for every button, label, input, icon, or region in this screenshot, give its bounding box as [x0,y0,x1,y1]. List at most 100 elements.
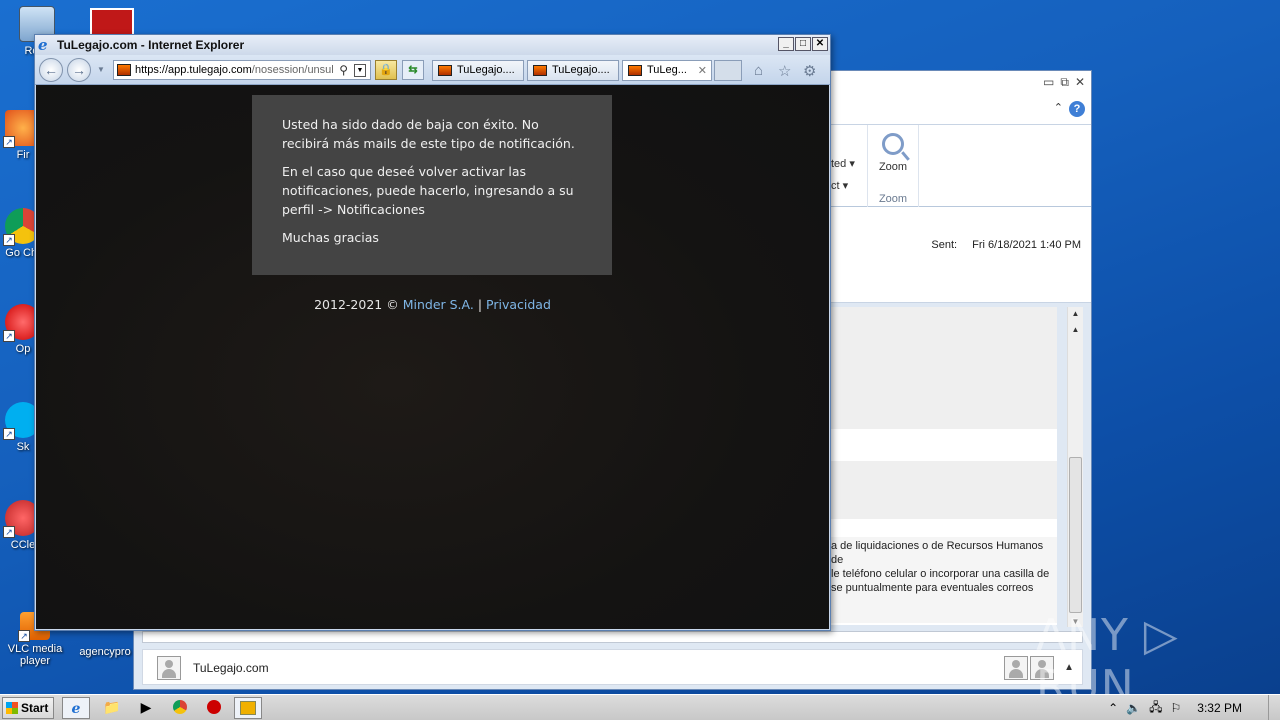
favicon-icon [117,64,131,76]
show-hidden-icons-icon[interactable]: ⌃ [1108,701,1118,715]
page-footer: 2012-2021 © Minder S.A. | Privacidad [36,297,829,312]
show-desktop-button[interactable] [1268,695,1280,720]
back-button[interactable]: ← [39,58,63,82]
pdf-icon[interactable] [90,8,134,36]
copyright-text: 2012-2021 © [314,297,403,312]
home-icon[interactable]: ⌂ [754,62,763,79]
desktop-icon-agencypro[interactable]: agencypro [70,646,140,658]
message-paragraph: En el caso que deseé volver activar las … [282,164,574,217]
sent-label: Sent: [931,239,958,251]
taskbar-media-player-icon[interactable]: ▶ [132,697,160,719]
address-dropdown-icon[interactable]: ▼ [354,64,366,77]
ribbon: ted ▾ ct ▾ Zoom Zoom [801,125,1091,207]
refresh-icon[interactable]: ⇆ [402,60,424,80]
tab-label: TuLeg... [647,64,687,76]
desktop-icon-label: Fir [16,149,30,161]
url-path: /nosession/unsul [251,64,334,76]
footer-separator: | [473,297,487,312]
volume-icon[interactable]: 🔈 [1126,701,1141,715]
windows-logo-icon [6,702,18,714]
new-tab-button[interactable] [714,60,742,81]
sender-name[interactable]: TuLegajo.com [193,661,269,675]
system-tray: ⌃ 🔈 🖧 ⚐ 3:32 PM [1108,695,1280,720]
taskbar: Start e 📁 ▶ ⌃ 🔈 🖧 ⚐ 3:32 PM [0,694,1280,720]
ie-titlebar[interactable]: e TuLegajo.com - Internet Explorer _ □ ✕ [35,35,830,55]
taskbar-outlook-icon[interactable] [234,697,262,719]
avatar [157,656,181,680]
outlook-window[interactable]: ▭ ⧉ ✕ ⌃ ? ted ▾ ct ▾ Zoom Zoom Sent: Fri… [800,70,1092,690]
favicon-icon [628,65,642,76]
zoom-group: Zoom Zoom [867,125,919,207]
outlook-people-pane: TuLegajo.com ▲ [133,627,1092,690]
tab-2[interactable]: TuLegajo.... [527,60,619,81]
message-header: Sent: Fri 6/18/2021 1:40 PM [801,207,1091,303]
content-block [831,307,1057,429]
url-host: https://app.tulegajo.com [135,64,252,76]
sent-info: Sent: Fri 6/18/2021 1:40 PM [931,239,1081,251]
sender-bar[interactable]: TuLegajo.com ▲ [142,649,1083,685]
body-line: a de liquidaciones o de Recursos Humanos… [831,540,1044,566]
avatar[interactable] [1004,656,1028,680]
address-url[interactable]: https://app.tulegajo.com/nosession/unsul [135,64,340,76]
privacy-link[interactable]: Privacidad [486,297,551,312]
minimize-icon[interactable]: ▭ [1043,75,1054,90]
tab-label: TuLegajo.... [552,64,610,76]
content-block [831,461,1057,519]
message-text: a de liquidaciones o de Recursos Humanos… [831,539,1055,595]
history-dropdown-icon[interactable]: ▼ [97,65,105,74]
message-paragraph: Usted ha sido dado de baja con éxito. No… [282,117,575,151]
close-icon[interactable]: ✕ [1075,75,1085,90]
ie-logo-icon: e [38,36,48,54]
restore-icon[interactable]: ⧉ [1060,75,1069,90]
start-label: Start [21,701,49,715]
clock[interactable]: 3:32 PM [1197,701,1242,715]
zoom-button[interactable]: Zoom [868,161,918,173]
message-body: a de liquidaciones o de Recursos Humanos… [831,307,1057,625]
desktop-icon-label: VLC media player [7,643,63,667]
favicon-icon [533,65,547,76]
minder-link[interactable]: Minder S.A. [403,297,474,312]
message-paragraph: Muchas gracias [282,230,379,245]
address-bar[interactable]: https://app.tulegajo.com/nosession/unsul… [113,60,371,80]
taskbar-opera-icon[interactable] [200,697,228,719]
ie-window[interactable]: e TuLegajo.com - Internet Explorer _ □ ✕… [34,34,831,631]
gear-icon[interactable]: ⚙ [803,62,816,80]
ribbon-collapse-icon[interactable]: ⌃ [1054,101,1063,114]
taskbar-explorer-icon[interactable]: 📁 [98,697,126,719]
scroll-up-icon[interactable]: ▲ [1068,325,1083,339]
minimize-icon[interactable]: _ [778,37,794,51]
body-line: le teléfono celular o incorporar una cas… [831,568,1050,580]
desktop-icon-label: CCle [10,539,36,551]
maximize-icon[interactable]: □ [795,37,811,51]
body-line: se puntualmente para eventuales correos [831,582,1034,594]
tab-1[interactable]: TuLegajo.... [432,60,524,81]
scroll-up-icon[interactable]: ▲ [1068,309,1083,323]
unsubscribe-message: Usted ha sido dado de baja con éxito. No… [252,95,612,275]
favicon-icon [438,65,452,76]
start-button[interactable]: Start [2,697,54,719]
ribbon-fragment[interactable]: ct [831,180,840,192]
outlook-titlebar: ▭ ⧉ ✕ [801,71,1091,97]
magnifier-icon[interactable] [882,133,904,155]
tab-close-icon[interactable]: ✕ [698,64,707,77]
network-icon[interactable]: 🖧 [1149,698,1162,719]
help-icon[interactable]: ? [1069,101,1085,117]
lock-icon[interactable]: 🔒 [375,60,397,80]
forward-button[interactable]: → [67,58,91,82]
close-icon[interactable]: ✕ [812,37,828,51]
window-title: TuLegajo.com - Internet Explorer [57,38,245,52]
scrollbar-thumb[interactable] [1069,457,1082,613]
ie-navbar: ← → ▼ https://app.tulegajo.com/nosession… [35,55,830,85]
taskbar-ie-icon[interactable]: e [62,697,90,719]
page-content: Usted ha sido dado de baja con éxito. No… [36,85,829,629]
sent-value: Fri 6/18/2021 1:40 PM [972,239,1081,251]
divider [142,631,1083,643]
vertical-scrollbar[interactable]: ▲ ▲ ▼ [1067,307,1083,633]
search-icon[interactable]: ⚲ [339,63,348,77]
favorites-star-icon[interactable]: ☆ [778,62,791,80]
desktop-icon-label: agencypro [79,646,131,658]
action-center-flag-icon[interactable]: ⚐ [1171,701,1182,715]
taskbar-chrome-icon[interactable] [166,697,194,719]
tab-3-active[interactable]: TuLeg... ✕ [622,60,712,81]
ribbon-fragment[interactable]: ted [831,158,846,170]
